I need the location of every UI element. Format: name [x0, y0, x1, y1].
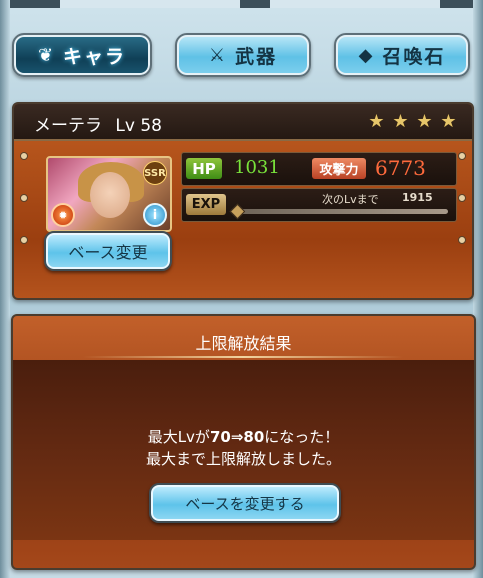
- rivet: [20, 152, 28, 160]
- star-icon: ★: [392, 111, 409, 132]
- tab-weapons-label: 武器: [235, 45, 278, 68]
- fire-element-icon: ✹: [51, 203, 75, 227]
- ssr-badge: SSR: [143, 161, 167, 185]
- character-name: メーテラ: [34, 116, 102, 136]
- attack-label: 攻撃力: [312, 158, 366, 179]
- next-level-exp: 1915: [402, 191, 433, 204]
- character-header: メーテラ Lv 58 ★ ★ ★ ★: [14, 104, 472, 141]
- character-emblem-icon: ❦: [37, 44, 56, 66]
- line1-prefix: 最大Lvが: [147, 428, 210, 446]
- next-level-label: 次のLvまで: [322, 193, 379, 206]
- result-title: 上限解放結果: [195, 334, 292, 353]
- info-icon[interactable]: i: [143, 203, 167, 227]
- level-label: Lv: [115, 116, 135, 136]
- line1-arrow: ⇒: [230, 428, 244, 446]
- attack-value: 6773: [375, 156, 426, 180]
- category-tabs: ❦ キャラ ⚔ 武器 ◆ 召喚石: [12, 33, 472, 77]
- exp-bar: [236, 209, 448, 214]
- rivet: [20, 236, 28, 244]
- star-icon: ★: [416, 111, 433, 132]
- line1-to: 80: [243, 428, 265, 446]
- top-frame-strip: [0, 0, 483, 8]
- change-base-button[interactable]: ベース変更: [44, 231, 172, 271]
- character-panel: メーテラ Lv 58 ★ ★ ★ ★ SSR ✹ i HP 1031 攻撃力 6…: [12, 102, 474, 300]
- summon-stone-icon: ◆: [358, 44, 375, 66]
- tab-weapons[interactable]: ⚔ 武器: [175, 33, 311, 77]
- title-divider: [83, 356, 403, 358]
- exp-box: EXP 次のLvまで 1915: [181, 188, 457, 222]
- uncap-result-panel: 上限解放結果 最大Lvが70⇒80になった！ 最大まで上限解放しました。 ベース…: [11, 314, 476, 570]
- exp-label: EXP: [186, 194, 226, 215]
- line1-suffix: になった！: [264, 428, 340, 446]
- tab-summons[interactable]: ◆ 召喚石: [334, 33, 470, 77]
- star-icon: ★: [440, 111, 457, 132]
- character-portrait[interactable]: SSR ✹ i: [46, 156, 172, 232]
- crossed-swords-icon: ⚔: [208, 44, 228, 66]
- change-base-confirm-button[interactable]: ベースを変更する: [149, 483, 341, 523]
- tab-summons-label: 召喚石: [382, 45, 446, 68]
- hp-value: 1031: [234, 157, 280, 178]
- rivet: [458, 236, 466, 244]
- line1-from: 70: [209, 428, 231, 446]
- character-name-level: メーテラ Lv 58: [34, 111, 162, 136]
- hp-label: HP: [186, 158, 222, 179]
- star-icon: ★: [368, 111, 385, 132]
- level-value: 58: [140, 116, 162, 136]
- tab-character-label: キャラ: [63, 45, 127, 68]
- rivet: [20, 194, 28, 202]
- rank-stars: ★ ★ ★ ★: [367, 111, 458, 132]
- rivet: [458, 152, 466, 160]
- result-message-line1: 最大Lvが70⇒80になった！: [13, 426, 474, 447]
- exp-marker-icon: [229, 203, 246, 220]
- result-body: 最大Lvが70⇒80になった！ 最大まで上限解放しました。 ベースを変更する: [13, 360, 474, 540]
- tab-character[interactable]: ❦ キャラ: [12, 33, 152, 77]
- left-frame-edge: [0, 0, 10, 578]
- result-message-line2: 最大まで上限解放しました。: [145, 450, 341, 468]
- rivet: [458, 194, 466, 202]
- stats-box: HP 1031 攻撃力 6773: [181, 152, 457, 186]
- portrait-face: [90, 172, 130, 218]
